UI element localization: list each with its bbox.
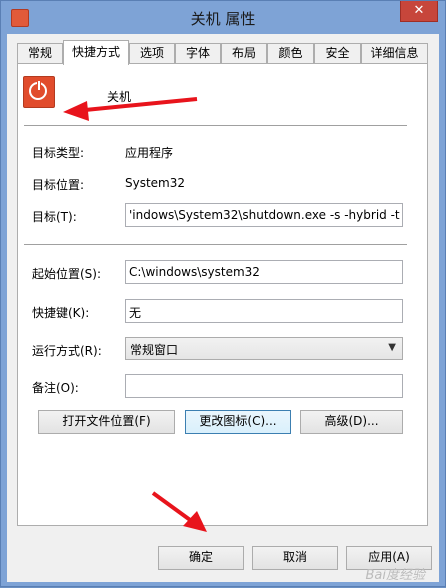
start-in-field[interactable]: C:\windows\system32	[125, 260, 403, 284]
shutdown-icon	[23, 76, 55, 108]
divider	[24, 244, 407, 245]
tab-details[interactable]: 详细信息	[361, 43, 428, 63]
watermark: Bai度经验	[365, 568, 426, 583]
target-type-label: 目标类型:	[32, 146, 85, 160]
chevron-down-icon: ▼	[388, 342, 396, 353]
target-label: 目标(T):	[32, 210, 77, 224]
tab-layout[interactable]: 布局	[221, 43, 267, 63]
comment-label: 备注(O):	[32, 381, 79, 395]
tab-colors[interactable]: 颜色	[267, 43, 314, 63]
properties-window: 关机 属性 ✕ 常规 快捷方式 选项 字体 布局 颜色 安全 详细信息 关机 目…	[0, 0, 446, 587]
start-in-label: 起始位置(S):	[32, 267, 102, 281]
hotkey-field[interactable]: 无	[125, 299, 403, 323]
divider	[24, 125, 407, 126]
advanced-button[interactable]: 高级(D)...	[300, 410, 403, 434]
hotkey-label: 快捷键(K):	[32, 306, 90, 320]
open-file-location-button[interactable]: 打开文件位置(F)	[38, 410, 175, 434]
run-label: 运行方式(R):	[32, 344, 102, 358]
tab-font[interactable]: 字体	[175, 43, 221, 63]
change-icon-button[interactable]: 更改图标(C)...	[185, 410, 291, 434]
dialog-client: 常规 快捷方式 选项 字体 布局 颜色 安全 详细信息 关机 目标类型: 应用程…	[7, 34, 439, 582]
target-location-label: 目标位置:	[32, 178, 85, 192]
ok-button[interactable]: 确定	[158, 546, 244, 570]
tab-security[interactable]: 安全	[314, 43, 361, 63]
target-field[interactable]: 'indows\System32\shutdown.exe -s -hybrid…	[125, 203, 403, 227]
run-select-value: 常规窗口	[130, 343, 179, 357]
tab-shortcut[interactable]: 快捷方式	[63, 40, 129, 65]
title-bar[interactable]: 关机 属性 ✕	[1, 1, 445, 34]
window-title: 关机 属性	[190, 10, 256, 28]
comment-field[interactable]	[125, 374, 403, 398]
target-location-value: System32	[125, 176, 186, 190]
cancel-button[interactable]: 取消	[252, 546, 338, 570]
shortcut-panel	[17, 63, 428, 526]
tab-general[interactable]: 常规	[17, 43, 63, 63]
tab-options[interactable]: 选项	[129, 43, 175, 63]
close-button[interactable]: ✕	[400, 1, 438, 22]
target-type-value: 应用程序	[125, 146, 174, 160]
shortcut-name: 关机	[107, 90, 132, 104]
run-select[interactable]: 常规窗口 ▼	[125, 337, 403, 360]
